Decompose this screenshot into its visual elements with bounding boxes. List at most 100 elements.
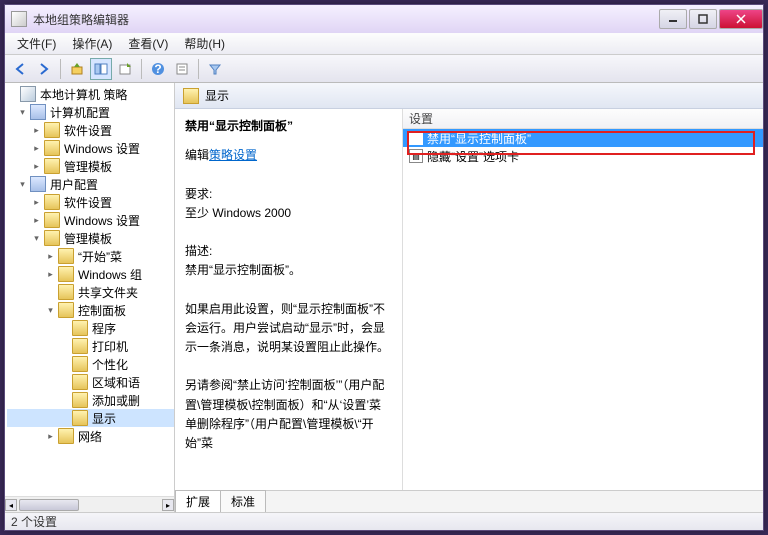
folder-icon	[72, 410, 88, 426]
collapse-icon[interactable]: ▾	[17, 107, 28, 118]
description-pane: 禁用“显示控制面板” 编辑策略设置 要求: 至少 Windows 2000 描述…	[175, 109, 403, 490]
tree-item[interactable]: ▾管理模板	[7, 229, 174, 247]
tree-item-display[interactable]: ▸显示	[7, 409, 174, 427]
tab-standard[interactable]: 标准	[220, 490, 266, 512]
folder-icon	[44, 122, 60, 138]
collapse-icon[interactable]: ▾	[17, 179, 28, 190]
policy-title: 禁用“显示控制面板”	[185, 117, 392, 136]
app-window: 本地组策略编辑器 文件(F) 操作(A) 查看(V) 帮助(H) ? ▶本地计算…	[4, 4, 764, 531]
list-column-header[interactable]: 设置	[403, 109, 763, 129]
policy-list-item[interactable]: ▤ 隐藏“设置”选项卡	[403, 147, 763, 165]
expand-icon[interactable]: ▸	[45, 431, 56, 442]
folder-icon	[58, 284, 74, 300]
folder-icon	[58, 266, 74, 282]
titlebar[interactable]: 本地组策略编辑器	[5, 5, 763, 33]
folder-icon	[44, 230, 60, 246]
tree-item[interactable]: ▸添加或删	[7, 391, 174, 409]
folder-icon	[44, 212, 60, 228]
back-button[interactable]	[9, 58, 31, 80]
folder-icon	[58, 302, 74, 318]
folder-icon	[58, 248, 74, 264]
folder-icon	[44, 140, 60, 156]
collapse-icon[interactable]: ▾	[45, 305, 56, 316]
expand-icon[interactable]: ▸	[45, 251, 56, 262]
content-title: 显示	[205, 87, 229, 104]
computer-icon	[30, 104, 46, 120]
expand-icon[interactable]: ▸	[31, 197, 42, 208]
scroll-left-arrow[interactable]: ◂	[5, 499, 17, 511]
scroll-right-arrow[interactable]: ▸	[162, 499, 174, 511]
edit-policy-line: 编辑策略设置	[185, 146, 392, 165]
menu-help[interactable]: 帮助(H)	[176, 33, 233, 54]
settings-list-pane: 设置 ▤ 禁用“显示控制面板” ▤ 隐藏“设置”选项卡	[403, 109, 763, 490]
tree-item[interactable]: ▸Windows 设置	[7, 139, 174, 157]
expand-icon[interactable]: ▸	[31, 161, 42, 172]
requirements-label: 要求:	[185, 185, 392, 204]
tree-item[interactable]: ▸共享文件夹	[7, 283, 174, 301]
tree-item[interactable]: ▸软件设置	[7, 193, 174, 211]
up-button[interactable]	[66, 58, 88, 80]
forward-button[interactable]	[33, 58, 55, 80]
window-title: 本地组策略编辑器	[33, 11, 657, 28]
tree-item[interactable]: ▾控制面板	[7, 301, 174, 319]
content-pane: 显示 禁用“显示控制面板” 编辑策略设置 要求: 至少 Windows 2000…	[175, 83, 763, 512]
tree-item[interactable]: ▸“开始”菜	[7, 247, 174, 265]
requirements-value: 至少 Windows 2000	[185, 204, 392, 223]
menu-file[interactable]: 文件(F)	[9, 33, 64, 54]
folder-icon	[72, 320, 88, 336]
folder-icon	[72, 392, 88, 408]
folder-icon	[58, 428, 74, 444]
menu-action[interactable]: 操作(A)	[64, 33, 120, 54]
folder-icon	[72, 356, 88, 372]
tree-item[interactable]: ▸Windows 组	[7, 265, 174, 283]
statusbar: 2 个设置	[5, 512, 763, 530]
toolbar: ?	[5, 55, 763, 83]
tree-item[interactable]: ▸个性化	[7, 355, 174, 373]
tree-item[interactable]: ▸区域和语	[7, 373, 174, 391]
folder-icon	[44, 158, 60, 174]
tree-item[interactable]: ▸管理模板	[7, 157, 174, 175]
expand-icon[interactable]: ▸	[45, 269, 56, 280]
expand-icon[interactable]: ▸	[31, 125, 42, 136]
tree-user-config[interactable]: ▾用户配置	[7, 175, 174, 193]
svg-text:?: ?	[154, 62, 161, 76]
content-header: 显示	[175, 83, 763, 109]
collapse-icon[interactable]: ▾	[31, 233, 42, 244]
properties-button[interactable]	[171, 58, 193, 80]
description-text: 如果启用此设置，则“显示控制面板”不会运行。用户尝试启动“显示”时，会显示一条消…	[185, 300, 392, 358]
policy-icon: ▤	[409, 131, 423, 145]
expand-icon[interactable]: ▸	[31, 215, 42, 226]
folder-icon	[72, 374, 88, 390]
tree-item[interactable]: ▸Windows 设置	[7, 211, 174, 229]
export-list-button[interactable]	[114, 58, 136, 80]
user-icon	[30, 176, 46, 192]
tab-extended[interactable]: 扩展	[175, 490, 221, 512]
filter-button[interactable]	[204, 58, 226, 80]
tree-item[interactable]: ▸程序	[7, 319, 174, 337]
close-button[interactable]	[719, 9, 763, 29]
menu-view[interactable]: 查看(V)	[120, 33, 176, 54]
tree-item[interactable]: ▸软件设置	[7, 121, 174, 139]
policy-icon: ▤	[409, 149, 423, 163]
menubar: 文件(F) 操作(A) 查看(V) 帮助(H)	[5, 33, 763, 55]
tree-h-scrollbar[interactable]: ◂ ▸	[5, 496, 174, 512]
help-button[interactable]: ?	[147, 58, 169, 80]
tree-item[interactable]: ▸打印机	[7, 337, 174, 355]
minimize-button[interactable]	[659, 9, 687, 29]
edit-policy-link[interactable]: 策略设置	[209, 148, 257, 162]
tree-pane[interactable]: ▶本地计算机 策略 ▾计算机配置 ▸软件设置 ▸Windows 设置 ▸管理模板…	[5, 83, 175, 512]
tree-item[interactable]: ▸网络	[7, 427, 174, 445]
policy-list-item-selected[interactable]: ▤ 禁用“显示控制面板”	[403, 129, 763, 147]
body-area: ▶本地计算机 策略 ▾计算机配置 ▸软件设置 ▸Windows 设置 ▸管理模板…	[5, 83, 763, 512]
folder-icon	[44, 194, 60, 210]
scroll-thumb[interactable]	[19, 499, 79, 511]
maximize-button[interactable]	[689, 9, 717, 29]
expand-icon[interactable]: ▸	[31, 143, 42, 154]
folder-icon	[72, 338, 88, 354]
description-text: 禁用“显示控制面板”。	[185, 261, 392, 280]
policy-icon	[20, 86, 36, 102]
tree-computer-config[interactable]: ▾计算机配置	[7, 103, 174, 121]
show-hide-tree-button[interactable]	[90, 58, 112, 80]
tree-root[interactable]: ▶本地计算机 策略	[7, 85, 174, 103]
app-icon	[11, 11, 27, 27]
